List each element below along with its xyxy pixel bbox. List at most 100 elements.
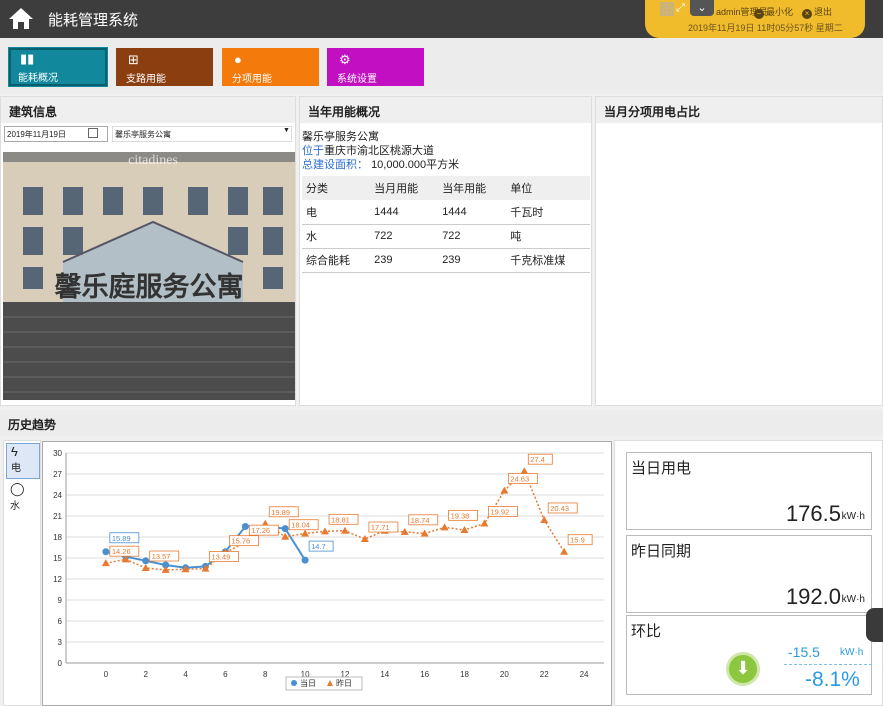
y-tick-label: 0 (58, 659, 63, 668)
data-label: 18.81 (331, 515, 350, 524)
photo-top-sign: citadines (128, 153, 178, 168)
close-icon: × (802, 9, 812, 19)
arrow-down-icon: ⬇ (726, 652, 760, 686)
data-point (560, 547, 569, 555)
data-point (321, 527, 330, 535)
x-tick-label: 20 (500, 670, 509, 679)
energy-table: 分类 当月用能 当年用能 单位 电 1444 1444 千瓦时 水 722 722 吨 综合能耗 2… (302, 176, 590, 273)
table-row: 电 1444 1444 千瓦时 (302, 200, 590, 225)
x-tick-label: 16 (420, 670, 429, 679)
data-label: 13.49 (211, 553, 230, 562)
legend-marker (291, 680, 297, 686)
nav-overview-button[interactable]: ▮▮ 能耗概况 (8, 47, 108, 87)
y-tick-label: 21 (53, 512, 62, 521)
data-label: 18.04 (291, 521, 310, 530)
tab-water[interactable]: ◯ 水 (6, 481, 40, 517)
data-label: 19.92 (490, 508, 509, 517)
grid-icon[interactable] (660, 2, 674, 16)
fullscreen-icon[interactable]: ⤢ (676, 2, 685, 15)
divider (784, 664, 872, 665)
data-point (142, 557, 150, 565)
data-point (301, 556, 309, 564)
y-tick-label: 24 (53, 491, 62, 500)
data-label: 15.76 (231, 537, 250, 546)
minimize-button[interactable]: − 最小化 (754, 5, 793, 19)
data-label: 19.38 (451, 511, 470, 520)
y-tick-label: 18 (53, 533, 62, 542)
y-tick-label: 30 (53, 449, 62, 458)
trend-chart: 0369121518212427300 2 4 6 8 10 12 14 16 18 20 22 241… (53, 449, 604, 691)
drop-icon: ◯ (10, 481, 25, 496)
y-tick-label: 6 (58, 617, 63, 626)
yesterday-usage-card: 昨日同期 192.0 kW·h (626, 535, 872, 613)
data-label: 20.43 (550, 504, 569, 513)
table-row: 水 722 722 吨 (302, 224, 590, 249)
calendar-icon[interactable] (88, 128, 98, 138)
chevron-down-icon[interactable]: ⌄ (690, 0, 714, 16)
x-tick-label: 24 (580, 670, 589, 679)
building-photo: citadines 馨乐庭服务公寓 (3, 152, 295, 400)
ratio-value: -15.5 (788, 644, 820, 660)
panel-title: 当年用能概况 (300, 97, 591, 123)
x-tick-label: 6 (223, 670, 228, 679)
panel-title: 建筑信息 (1, 97, 295, 123)
x-tick-label: 8 (263, 670, 268, 679)
datetime: 2019年11月19日 11时05分57秒 星期二 (688, 23, 843, 33)
data-label: 13.57 (152, 552, 171, 561)
data-point (281, 525, 289, 533)
data-point (301, 529, 310, 537)
exit-button[interactable]: × 退出 (802, 5, 832, 19)
data-label: 15.9 (570, 536, 585, 545)
data-point (340, 526, 349, 534)
nav-settings-button[interactable]: ⚙ 系统设置 (327, 48, 424, 86)
data-label: 17.26 (251, 526, 270, 535)
ratio-percent: -8.1% (805, 668, 860, 691)
data-point (520, 467, 529, 475)
scroll-handle[interactable] (866, 608, 883, 642)
data-label: 17.71 (371, 523, 390, 532)
data-point (480, 519, 489, 527)
user-icon: ● (234, 52, 242, 67)
yesterday-value: 192.0 (785, 584, 841, 609)
y-tick-label: 15 (53, 554, 62, 563)
nav-subitem-button[interactable]: ● 分项用能 (222, 48, 319, 86)
x-tick-label: 22 (540, 670, 549, 679)
photo-sign: 馨乐庭服务公寓 (55, 271, 244, 303)
x-tick-label: 2 (143, 670, 148, 679)
gear-icon: ⚙ (339, 52, 351, 67)
data-point (141, 564, 150, 572)
trend-title: 历史趋势 (0, 410, 883, 436)
y-tick-label: 3 (58, 638, 63, 647)
presentation-icon: ⊞ (128, 52, 139, 67)
data-label: 15.89 (112, 534, 131, 543)
building-area: 总建设面积： 10,000.000平方米 (302, 159, 460, 171)
tab-electricity[interactable]: ϟ电 (6, 443, 40, 479)
ratio-unit: kW·h (840, 647, 864, 658)
y-tick-label: 9 (58, 596, 63, 605)
app-title: 能耗管理系统 (48, 12, 139, 29)
data-point (440, 523, 449, 531)
lightning-icon: ϟ (11, 444, 18, 459)
minus-icon: − (754, 9, 764, 19)
data-label: 14.7 (311, 542, 326, 551)
data-label: 24.63 (510, 475, 529, 484)
energy-type-tabs: ϟ电 ◯ 水 (3, 440, 41, 706)
data-point (460, 526, 469, 533)
legend-label: 当日 (300, 678, 316, 688)
data-point (241, 523, 249, 530)
x-tick-label: 0 (104, 670, 109, 679)
month-ratio-panel: 当月分项用电占比 (595, 96, 883, 406)
panel-title: 当月分项用电占比 (596, 97, 882, 123)
y-tick-label: 12 (53, 575, 62, 584)
nav-branch-button[interactable]: ⊞ 支路用能 (116, 48, 213, 86)
chevron-down-icon[interactable]: ▼ (283, 127, 290, 134)
data-label: 14.26 (112, 547, 131, 556)
chart-icon: ▮▮ (20, 51, 35, 66)
data-point (102, 548, 110, 556)
legend-label: 昨日 (336, 678, 352, 688)
x-tick-label: 14 (380, 670, 389, 679)
building-select[interactable]: 馨乐亭服务公寓 (112, 126, 292, 142)
today-value: 176.5 (785, 501, 841, 526)
home-icon[interactable] (8, 6, 34, 30)
data-point (540, 515, 549, 523)
